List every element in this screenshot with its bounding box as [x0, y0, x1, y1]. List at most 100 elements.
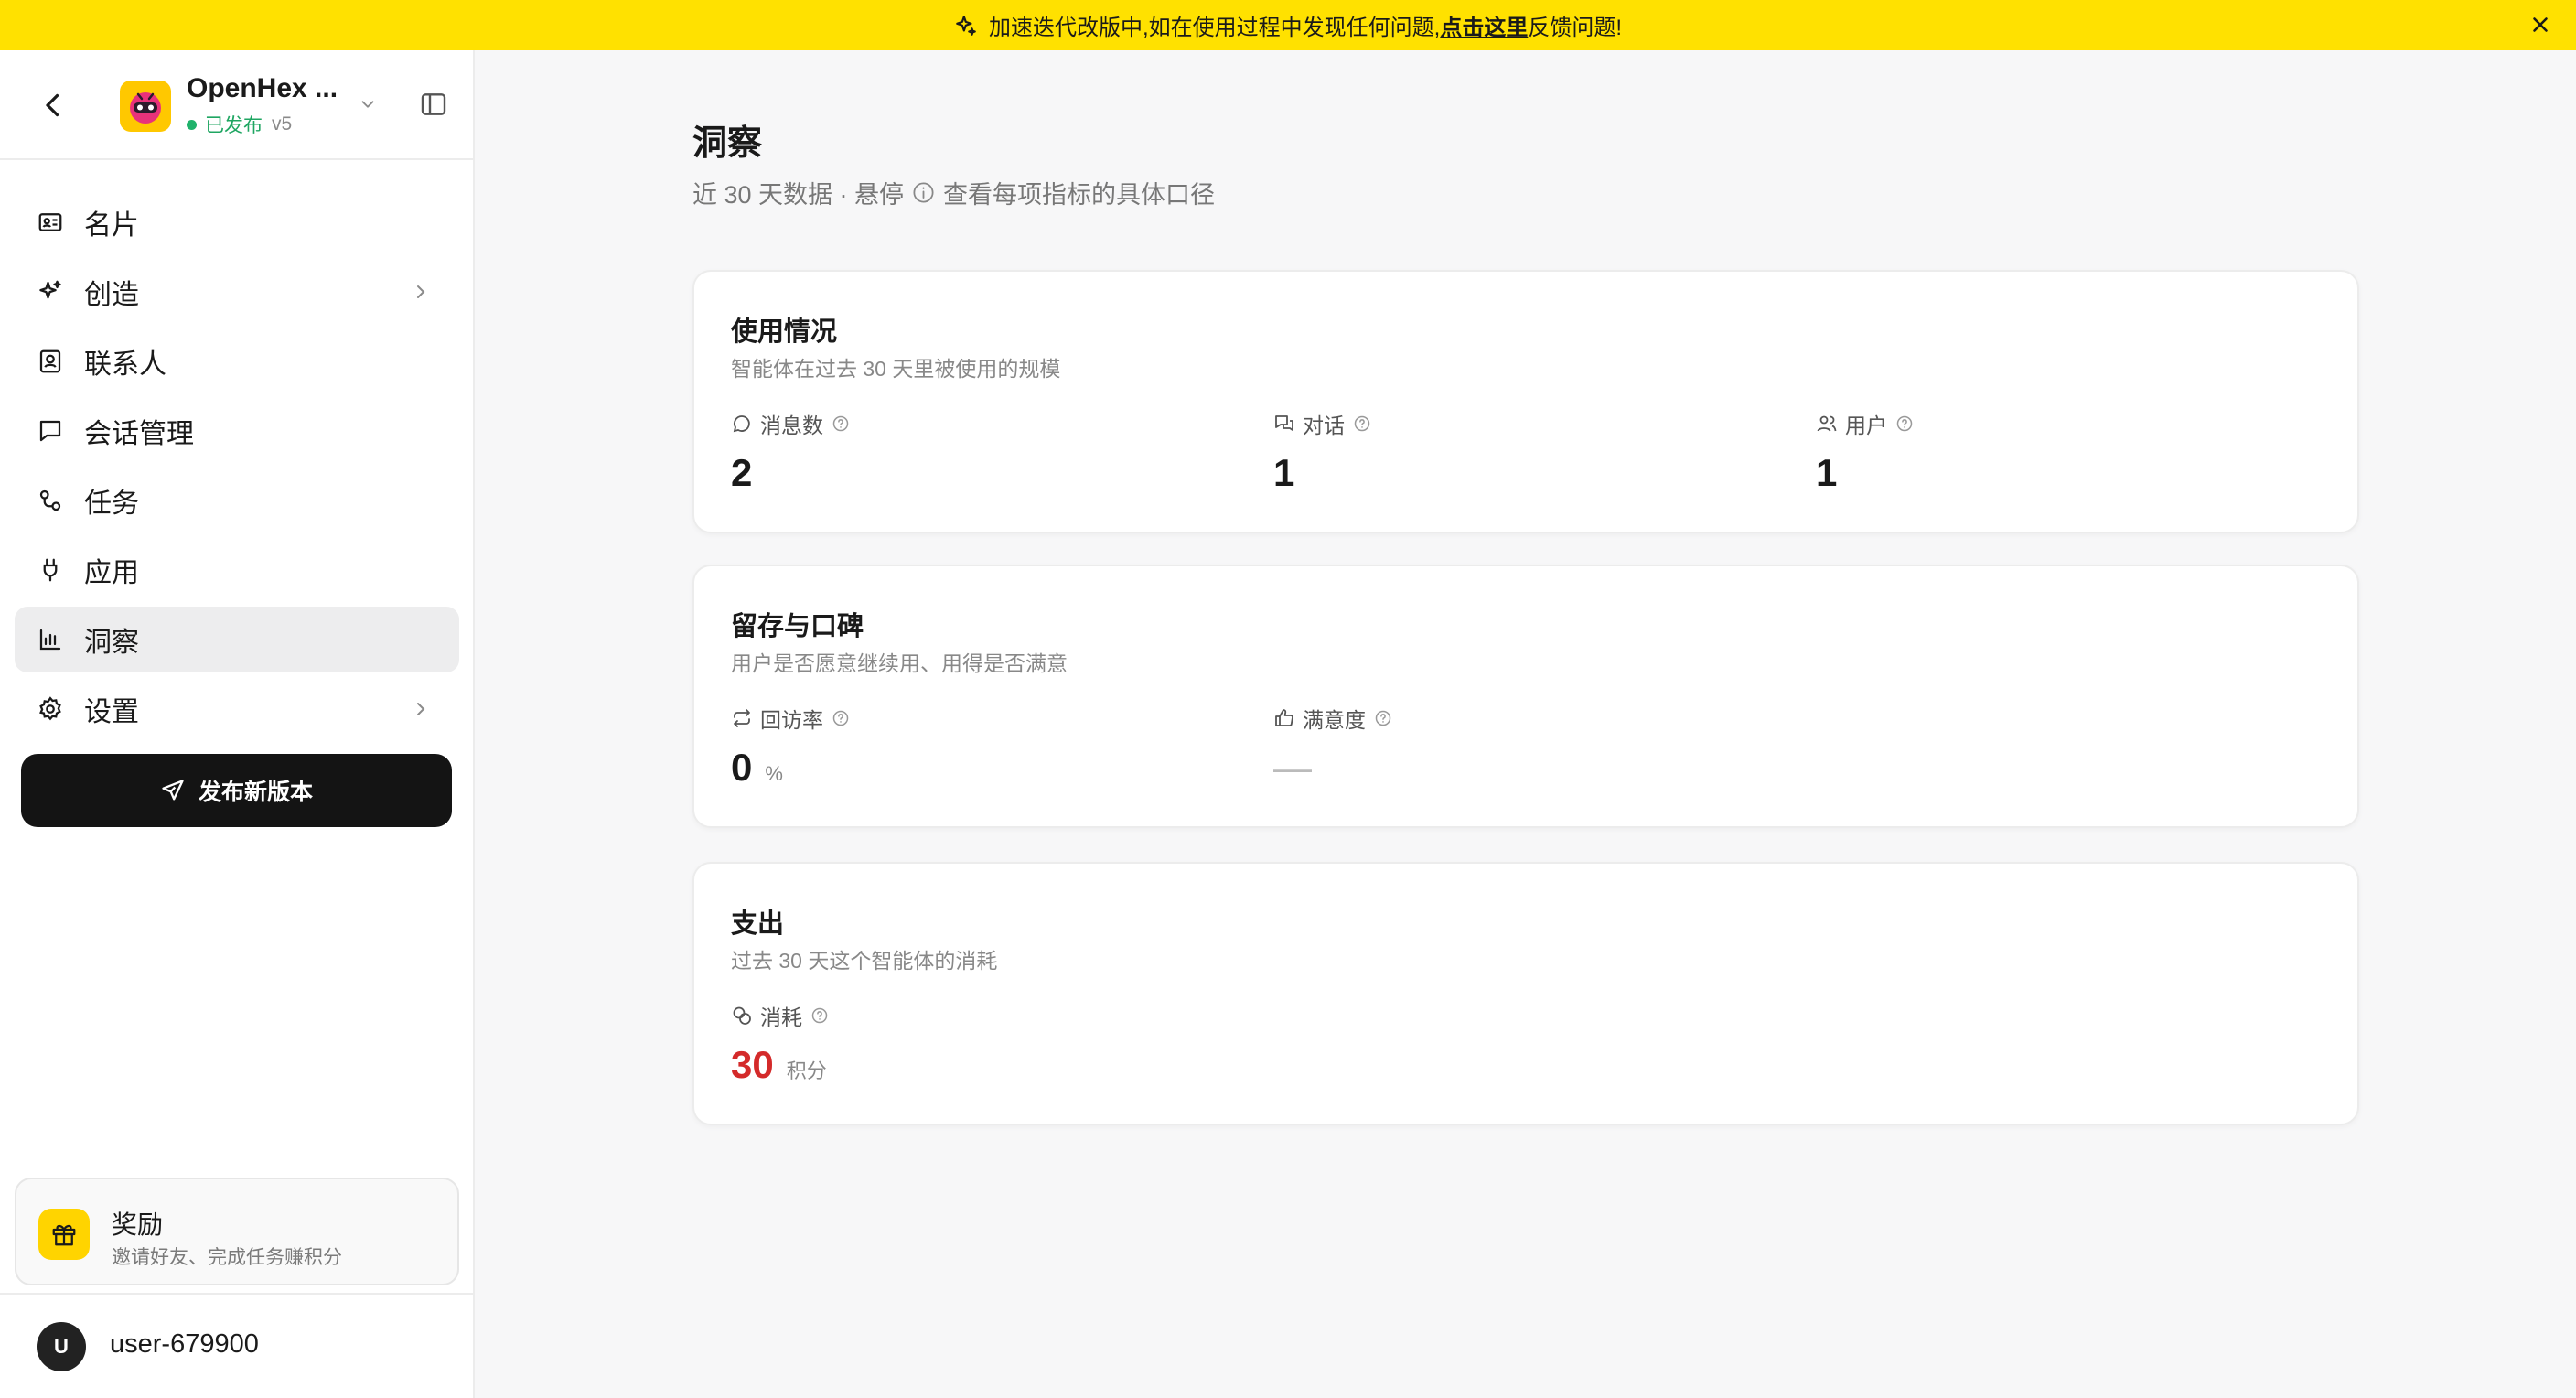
status-published: 已发布: [205, 115, 263, 136]
chevron-right-icon: [417, 703, 425, 715]
metric-number: 1: [1273, 451, 1295, 494]
sidebar-item-card[interactable]: 名片: [15, 189, 459, 255]
sidebar-nav: 名片 创造 联系人 会话管理 任务 应用 洞察 设置: [15, 189, 459, 746]
help-icon[interactable]: [1895, 414, 1914, 433]
metric-label-text: 用户: [1845, 414, 1887, 437]
sidebar-item-settings[interactable]: 设置: [15, 676, 459, 742]
sidebar-item-contacts[interactable]: 联系人: [15, 328, 459, 394]
reward-title: 奖励: [112, 1210, 164, 1239]
message-icon: [733, 415, 750, 433]
card-title: 使用情况: [731, 317, 838, 347]
sidebar-item-label: 应用: [84, 558, 139, 588]
reward-card[interactable]: 奖励 邀请好友、完成任务赚积分: [15, 1178, 459, 1285]
metric-label-text: 对话: [1303, 414, 1345, 437]
help-icon[interactable]: [1374, 709, 1392, 727]
metric-value: 0 %: [731, 746, 850, 790]
reward-description: 邀请好友、完成任务赚积分: [112, 1247, 342, 1268]
gear-icon: [39, 696, 61, 721]
metric-label-text: 满意度: [1303, 708, 1366, 732]
sidebar: OpenHex ... 已发布 v5 名片 创造 联系人 会话管理 任务 应用 …: [0, 50, 475, 1398]
feedback-link[interactable]: 点击这里: [1440, 9, 1528, 41]
banner-text-before: 加速迭代改版中,如在使用过程中发现任何问题,: [988, 16, 1441, 40]
app-avatar[interactable]: [120, 81, 171, 132]
metric-value: 30 积分: [731, 1043, 829, 1087]
subtitle-after: 查看每项指标的具体口径: [943, 181, 1216, 209]
conversation-icon: [1275, 415, 1293, 431]
main-content: 洞察 近 30 天数据 · 悬停 查看每项指标的具体口径 使用情况 智能体在过去…: [475, 50, 2576, 1398]
card-title: 留存与口碑: [731, 612, 864, 641]
sidebar-item-label: 设置: [84, 697, 139, 727]
sidebar-item-label: 联系人: [84, 350, 166, 380]
help-icon[interactable]: [1353, 414, 1371, 433]
usage-card: 使用情况 智能体在过去 30 天里被使用的规模 消息数 2 对话 1 用户 1: [692, 270, 2359, 533]
card-description: 智能体在过去 30 天里被使用的规模: [731, 357, 1061, 381]
sparkles-icon: [39, 280, 61, 299]
sparkles-icon: [956, 15, 976, 36]
page-title: 洞察: [692, 124, 763, 163]
send-icon: [162, 780, 184, 801]
metric-number: 0: [731, 746, 753, 789]
sidebar-item-create[interactable]: 创造: [15, 259, 459, 325]
metric-number: 2: [731, 451, 753, 494]
publish-new-version-button[interactable]: 发布新版本: [21, 754, 452, 827]
chart-icon: [39, 629, 61, 651]
metric-revisit-rate: 回访率 0 %: [731, 704, 850, 790]
help-icon[interactable]: [810, 1006, 829, 1025]
status-dot: [187, 119, 197, 130]
metric-label: 用户: [1816, 409, 1914, 438]
repeat-icon: [734, 709, 750, 727]
contact-icon: [39, 350, 61, 373]
app-name[interactable]: OpenHex ...: [187, 73, 338, 104]
metric-number: 1: [1816, 451, 1838, 494]
thumbs-up-icon: [1275, 709, 1293, 726]
user-profile[interactable]: U user-679900: [0, 1293, 473, 1398]
metric-label: 消耗: [731, 1001, 829, 1030]
metric-conversations: 对话 1: [1273, 409, 1371, 495]
metric-label: 回访率: [731, 704, 850, 733]
metric-value: 2: [731, 451, 850, 495]
close-icon[interactable]: [2528, 13, 2552, 37]
banner-text-after: 反馈问题!: [1528, 16, 1622, 40]
chevron-down-icon[interactable]: [358, 94, 378, 114]
app-status: 已发布 v5: [187, 111, 292, 138]
sidebar-toggle-icon[interactable]: [419, 90, 448, 119]
metric-label-text: 消息数: [760, 414, 823, 437]
metric-label: 消息数: [731, 409, 850, 438]
metric-label-text: 消耗: [760, 1005, 802, 1029]
chevron-right-icon: [417, 285, 425, 298]
sidebar-item-label: 洞察: [84, 628, 139, 658]
app-version: v5: [272, 113, 293, 134]
id-card-icon: [38, 213, 62, 231]
help-icon[interactable]: [832, 709, 850, 727]
sidebar-item-apps[interactable]: 应用: [15, 537, 459, 603]
back-arrow-icon[interactable]: [37, 89, 70, 122]
metric-number: —: [1273, 746, 1312, 789]
sidebar-header: OpenHex ... 已发布 v5: [0, 50, 473, 160]
metric-unit: 积分: [786, 1059, 827, 1082]
metric-label: 对话: [1273, 409, 1371, 438]
metric-value: —: [1273, 746, 1392, 790]
users-icon: [1817, 415, 1837, 432]
help-icon[interactable]: [832, 414, 850, 433]
metric-value: 1: [1816, 451, 1914, 495]
card-description: 过去 30 天这个智能体的消耗: [731, 949, 998, 973]
metric-users: 用户 1: [1816, 409, 1914, 495]
card-description: 用户是否愿意继续用、用得是否满意: [731, 651, 1068, 675]
spend-card: 支出 过去 30 天这个智能体的消耗 消耗 30 积分: [692, 862, 2359, 1125]
metric-value: 1: [1273, 451, 1371, 495]
sidebar-item-tasks[interactable]: 任务: [15, 468, 459, 533]
sidebar-item-conversations[interactable]: 会话管理: [15, 398, 459, 464]
task-icon: [39, 489, 61, 511]
metric-satisfaction: 满意度 —: [1273, 704, 1392, 790]
metric-number: 30: [731, 1043, 774, 1086]
metric-unit: %: [765, 762, 783, 785]
card-title: 支出: [731, 909, 785, 939]
sidebar-item-label: 任务: [84, 489, 139, 519]
sidebar-item-insights[interactable]: 洞察: [15, 607, 459, 672]
chat-icon: [39, 420, 61, 442]
announcement-banner: 加速迭代改版中,如在使用过程中发现任何问题, 点击这里 反馈问题!: [0, 0, 2576, 50]
coins-icon: [733, 1006, 751, 1025]
page-subtitle: 近 30 天数据 · 悬停 查看每项指标的具体口径: [692, 175, 1215, 210]
sidebar-item-label: 创造: [84, 280, 139, 310]
gift-icon: [38, 1209, 90, 1260]
